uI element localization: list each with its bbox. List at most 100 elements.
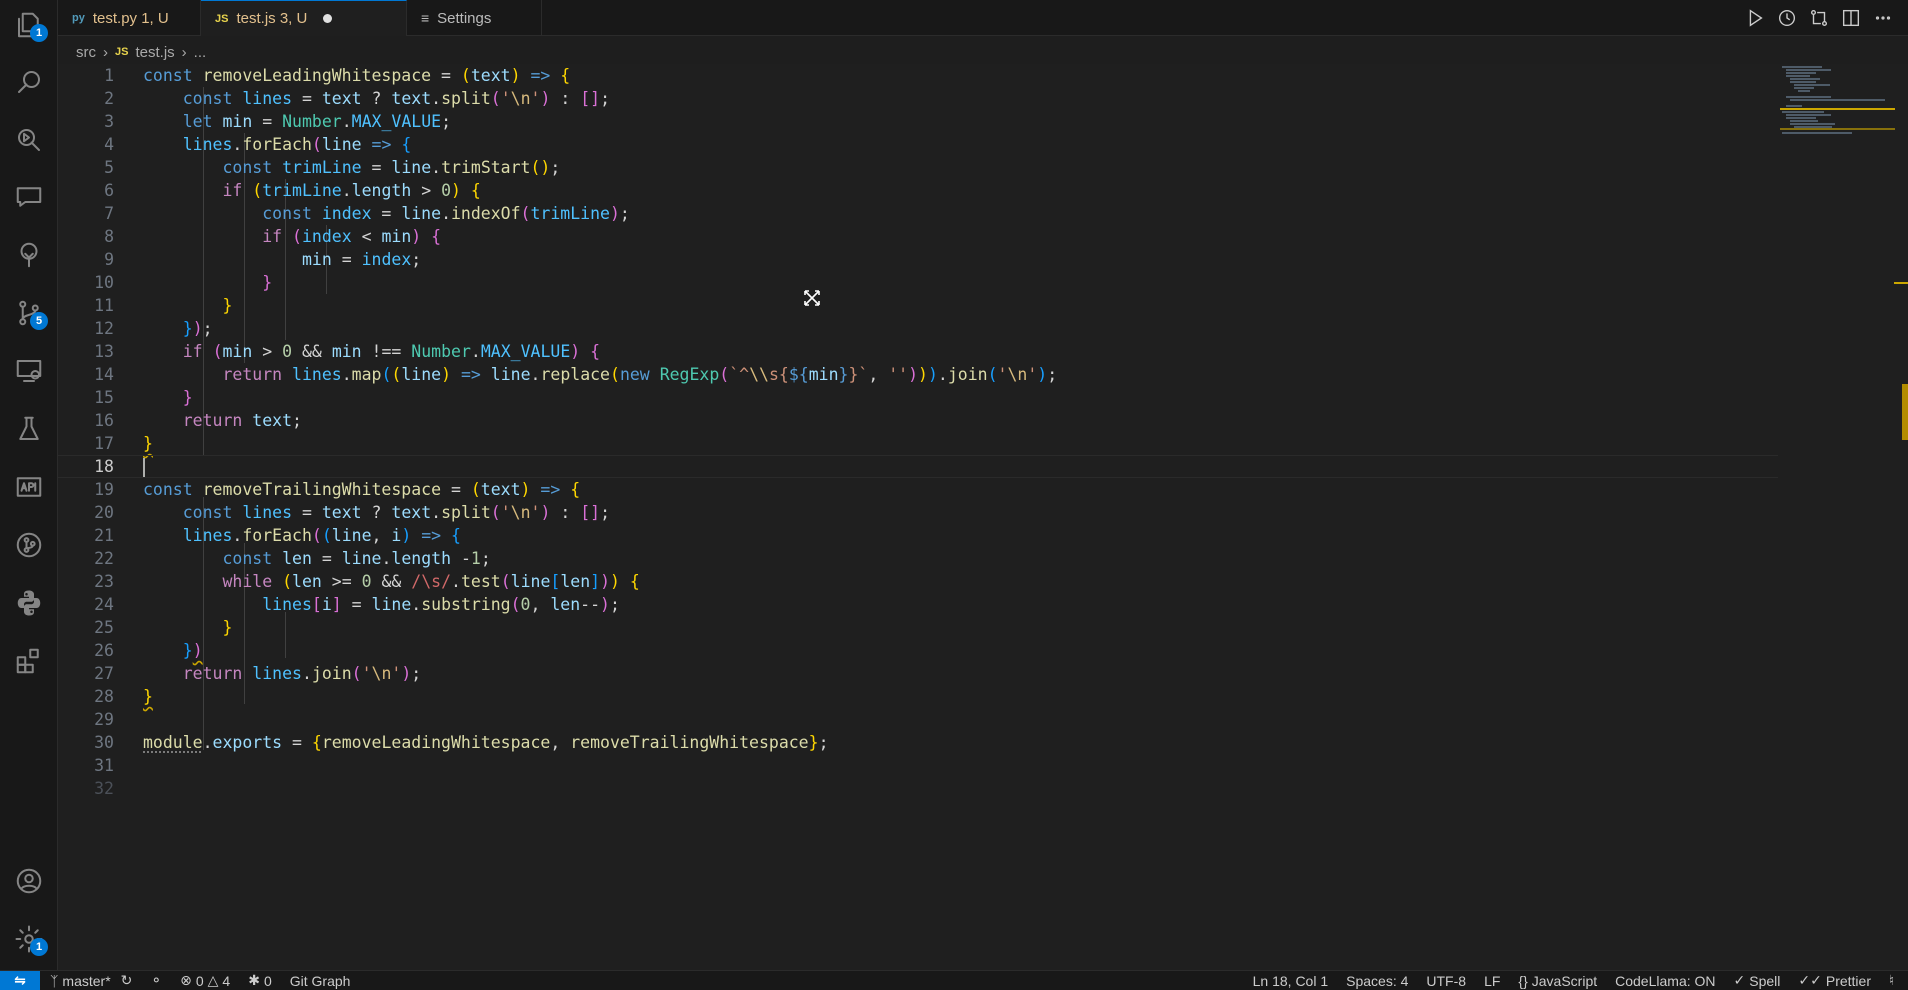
breadcrumb: src › JS test.js › ...	[58, 40, 206, 64]
code-line-12[interactable]: 12 });	[58, 317, 1778, 340]
line-number: 4	[58, 135, 114, 154]
line-number: 19	[58, 480, 114, 499]
code-text: const lines = text ? text.split('\n') : …	[143, 503, 610, 522]
code-line-6[interactable]: 6 if (trimLine.length > 0) {	[58, 179, 1778, 202]
code-line-5[interactable]: 5 const trimLine = line.trimStart();	[58, 156, 1778, 179]
code-text: min = index;	[143, 250, 421, 269]
code-text: const trimLine = line.trimStart();	[143, 158, 560, 177]
unsaved-dot-icon[interactable]	[323, 14, 332, 23]
source-control-icon[interactable]: 5	[0, 288, 58, 338]
ports-indicator[interactable]: ✱ 0	[248, 972, 272, 989]
code-line-8[interactable]: 8 if (index < min) {	[58, 225, 1778, 248]
remote-explorer-icon[interactable]	[0, 346, 58, 396]
warning-icon: △	[208, 972, 219, 989]
js-file-icon: JS	[215, 13, 228, 25]
cursor-position[interactable]: Ln 18, Col 1	[1253, 973, 1329, 989]
overview-ruler[interactable]	[1894, 64, 1908, 970]
minimap[interactable]	[1780, 64, 1895, 134]
code-line-27[interactable]: 27 return lines.join('\n');	[58, 662, 1778, 685]
minimap-warning-highlight	[1780, 128, 1895, 130]
code-line-18[interactable]: 18	[58, 455, 1778, 478]
breadcrumb-more[interactable]: ...	[194, 44, 207, 61]
code-line-29[interactable]: 29	[58, 708, 1778, 731]
breadcrumb-file[interactable]: test.js	[135, 44, 174, 61]
spell-check[interactable]: ✓ Spell	[1734, 972, 1781, 989]
code-text: while (len >= 0 && /\s/.test(line[len]))…	[143, 572, 640, 591]
code-line-9[interactable]: 9 min = index;	[58, 248, 1778, 271]
split-editor-icon[interactable]	[1840, 7, 1862, 29]
broadcast-icon: ✱	[248, 972, 260, 989]
code-line-2[interactable]: 2 const lines = text ? text.split('\n') …	[58, 87, 1778, 110]
encoding[interactable]: UTF-8	[1426, 973, 1466, 989]
code-line-26[interactable]: 26 })	[58, 639, 1778, 662]
testing-icon[interactable]	[0, 404, 58, 454]
run-icon[interactable]	[1744, 7, 1766, 29]
code-line-32[interactable]: 32	[58, 777, 1778, 800]
code-text: });	[143, 319, 213, 338]
error-count: 0	[196, 973, 204, 989]
chevron-right-icon: ›	[182, 44, 187, 61]
codellama-status[interactable]: CodeLlama: ON	[1615, 973, 1715, 989]
code-line-24[interactable]: 24 lines[i] = line.substring(0, len--);	[58, 593, 1778, 616]
tab-settings[interactable]: ≡ Settings	[407, 0, 542, 36]
code-line-14[interactable]: 14 return lines.map((line) => line.repla…	[58, 363, 1778, 386]
code-line-15[interactable]: 15 }	[58, 386, 1778, 409]
python-icon[interactable]	[0, 578, 58, 628]
code-line-7[interactable]: 7 const index = line.indexOf(trimLine);	[58, 202, 1778, 225]
tab-label: Settings	[437, 10, 491, 27]
api-icon[interactable]	[0, 462, 58, 512]
compare-changes-icon[interactable]	[1808, 7, 1830, 29]
indentation[interactable]: Spaces: 4	[1346, 973, 1408, 989]
sync-icon[interactable]: ↻	[121, 972, 133, 989]
code-line-17[interactable]: 17 }	[58, 432, 1778, 455]
code-line-1[interactable]: 1 const removeLeadingWhitespace = (text)…	[58, 64, 1778, 87]
code-line-10[interactable]: 10 }	[58, 271, 1778, 294]
line-number: 15	[58, 388, 114, 407]
code-line-20[interactable]: 20 const lines = text ? text.split('\n')…	[58, 501, 1778, 524]
remote-indicator[interactable]: ⇋	[0, 971, 40, 990]
code-line-30[interactable]: 30 module.exports = {removeLeadingWhites…	[58, 731, 1778, 754]
code-text: if (index < min) {	[143, 227, 441, 246]
live-share-icon[interactable]: ⚬	[150, 972, 162, 989]
tab-test-py[interactable]: py test.js 3, U test.py 1, U	[58, 0, 201, 36]
tab-test-js[interactable]: JS test.js 3, U	[201, 0, 407, 36]
account-icon[interactable]	[0, 856, 58, 906]
problems-indicator[interactable]: ⊗ 0 △ 4	[180, 972, 230, 989]
run-debug-icon[interactable]	[0, 115, 58, 165]
breadcrumb-folder[interactable]: src	[76, 44, 96, 61]
timeline-icon[interactable]	[1776, 7, 1798, 29]
code-line-16[interactable]: 16 return text;	[58, 409, 1778, 432]
code-line-4[interactable]: 4 lines.forEach(line => {	[58, 133, 1778, 156]
git-graph-button[interactable]: Git Graph	[290, 973, 351, 989]
end-of-line[interactable]: LF	[1484, 973, 1500, 989]
more-actions-icon[interactable]	[1872, 7, 1894, 29]
line-number: 27	[58, 664, 114, 683]
chat-icon[interactable]	[0, 172, 58, 222]
line-number: 8	[58, 227, 114, 246]
explorer-icon[interactable]: 1	[0, 0, 58, 50]
code-line-21[interactable]: 21 lines.forEach((line, i) => {	[58, 524, 1778, 547]
line-number: 17	[58, 434, 114, 453]
code-line-22[interactable]: 22 const len = line.length -1;	[58, 547, 1778, 570]
settings-gear-icon[interactable]: 1	[0, 914, 58, 964]
code-line-11[interactable]: 11 }	[58, 294, 1778, 317]
branch-indicator[interactable]: ᛉ master* ↻	[50, 972, 132, 989]
code-line-13[interactable]: 13 if (min > 0 && min !== Number.MAX_VAL…	[58, 340, 1778, 363]
code-line-25[interactable]: 25 }	[58, 616, 1778, 639]
notifications-bell-icon[interactable]: ♮	[1889, 972, 1894, 989]
line-number: 9	[58, 250, 114, 269]
code-line-31[interactable]: 31	[58, 754, 1778, 777]
code-editor[interactable]: 1 const removeLeadingWhitespace = (text)…	[58, 64, 1908, 970]
prettier-status[interactable]: ✓✓ Prettier	[1798, 972, 1871, 989]
code-line-28[interactable]: 28 }	[58, 685, 1778, 708]
line-number: 30	[58, 733, 114, 752]
extensions-icon[interactable]	[0, 636, 58, 686]
tree-icon[interactable]	[0, 230, 58, 280]
code-line-19[interactable]: 19 const removeTrailingWhitespace = (tex…	[58, 478, 1778, 501]
line-number: 6	[58, 181, 114, 200]
git-graph-icon[interactable]	[0, 520, 58, 570]
language-mode[interactable]: {} JavaScript	[1518, 973, 1597, 989]
code-line-23[interactable]: 23 while (len >= 0 && /\s/.test(line[len…	[58, 570, 1778, 593]
search-icon[interactable]	[0, 57, 58, 107]
code-line-3[interactable]: 3 let min = Number.MAX_VALUE;	[58, 110, 1778, 133]
